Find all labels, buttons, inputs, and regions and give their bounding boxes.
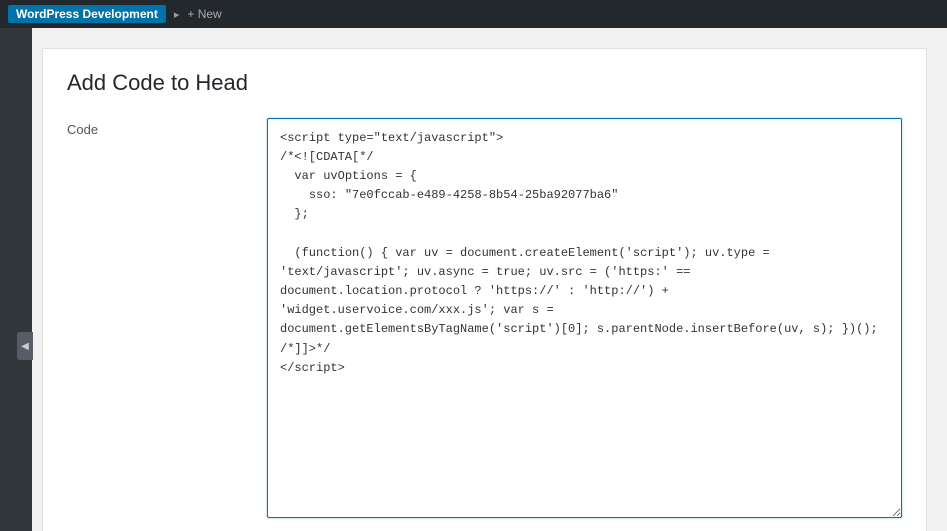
content-area: Add Code to Head Code <script type="text… [32,28,947,531]
main-layout: ◀ Add Code to Head Code <script type="te… [0,28,947,531]
page-title: Add Code to Head [67,69,902,98]
sidebar: ◀ [0,28,32,531]
breadcrumb-arrow: ▸ [174,8,180,21]
brand-label: WordPress Development [8,5,166,23]
code-field: <script type="text/javascript"> /*<![CDA… [267,118,902,521]
code-label: Code [67,118,267,137]
top-bar: WordPress Development ▸ + New [0,0,947,28]
new-link[interactable]: + New [187,7,221,21]
sidebar-collapse-arrow[interactable]: ◀ [17,332,33,360]
page-wrap: Add Code to Head Code <script type="text… [42,48,927,531]
code-textarea[interactable]: <script type="text/javascript"> /*<![CDA… [267,118,902,518]
code-form-row: Code <script type="text/javascript"> /*<… [67,118,902,521]
